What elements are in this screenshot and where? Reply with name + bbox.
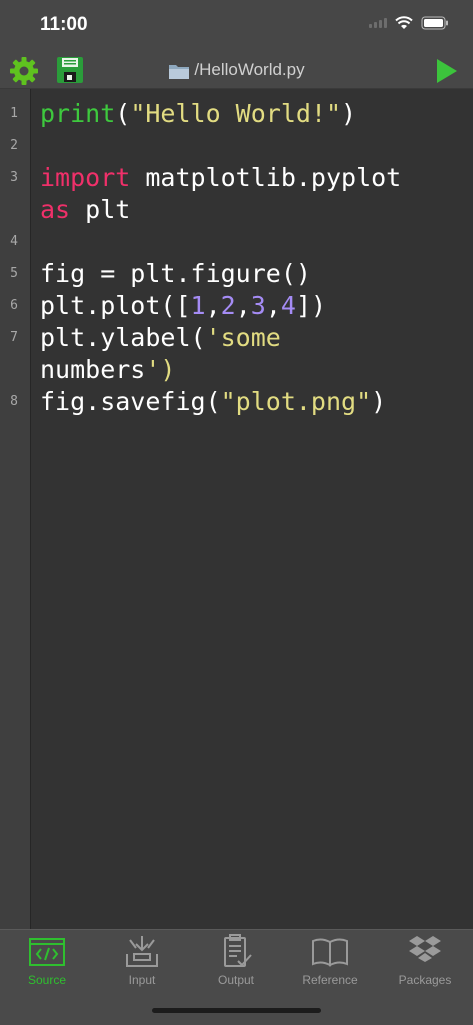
code-line[interactable]: plt.plot([1,2,3,4]) [40, 290, 326, 322]
folder-icon [169, 64, 190, 79]
line-number: 6 [10, 298, 18, 313]
line-number: 5 [10, 266, 18, 281]
line-number: 4 [10, 234, 18, 249]
line-number: 2 [10, 138, 18, 153]
tab-packages[interactable]: Packages [378, 934, 472, 994]
status-time: 11:00 [40, 14, 88, 35]
line-number: 7 [10, 330, 18, 345]
battery-icon [421, 16, 448, 30]
code-line[interactable]: numbers') [40, 354, 175, 386]
line-number: 3 [10, 170, 18, 185]
tab-reference[interactable]: Reference [283, 934, 377, 994]
code-line[interactable]: plt.ylabel('some [40, 322, 281, 354]
clipboard-icon [224, 934, 252, 967]
tab-input[interactable]: Input [95, 934, 189, 994]
play-icon [437, 59, 457, 83]
line-number-gutter: 1 2 3 4 5 6 7 8 [0, 89, 31, 929]
code-line[interactable]: fig = plt.figure() [40, 258, 311, 290]
tab-label: Source [27, 973, 67, 987]
status-bar: 11:00 [0, 0, 473, 54]
run-button[interactable] [432, 56, 462, 86]
input-icon [126, 936, 158, 967]
status-icons [369, 16, 449, 30]
code-line[interactable]: import matplotlib.pyplot [40, 162, 401, 194]
tab-source[interactable]: Source [0, 934, 94, 994]
tab-label: Input [128, 973, 156, 987]
code-icon [29, 938, 65, 966]
editor-toolbar: /HelloWorld.py [0, 54, 473, 88]
wifi-icon [395, 16, 413, 29]
book-icon [312, 938, 348, 967]
tab-label: Output [217, 973, 255, 987]
code-line[interactable]: print("Hello World!") [40, 98, 356, 130]
code-line[interactable]: as plt [40, 194, 130, 226]
tab-output[interactable]: Output [189, 934, 283, 994]
tab-label: Packages [398, 973, 452, 987]
file-title[interactable]: /HelloWorld.py [0, 60, 473, 80]
cellular-signal-icon [369, 18, 387, 28]
code-line[interactable]: fig.savefig("plot.png") [40, 386, 386, 418]
tab-label: Reference [302, 973, 358, 987]
file-title-text: /HelloWorld.py [194, 60, 305, 79]
code-editor[interactable]: 1 2 3 4 5 6 7 8 print("Hello World!") im… [0, 89, 473, 929]
line-number: 8 [10, 394, 18, 409]
line-number: 1 [10, 106, 18, 121]
dropbox-icon [409, 936, 441, 962]
home-indicator [152, 1008, 321, 1013]
